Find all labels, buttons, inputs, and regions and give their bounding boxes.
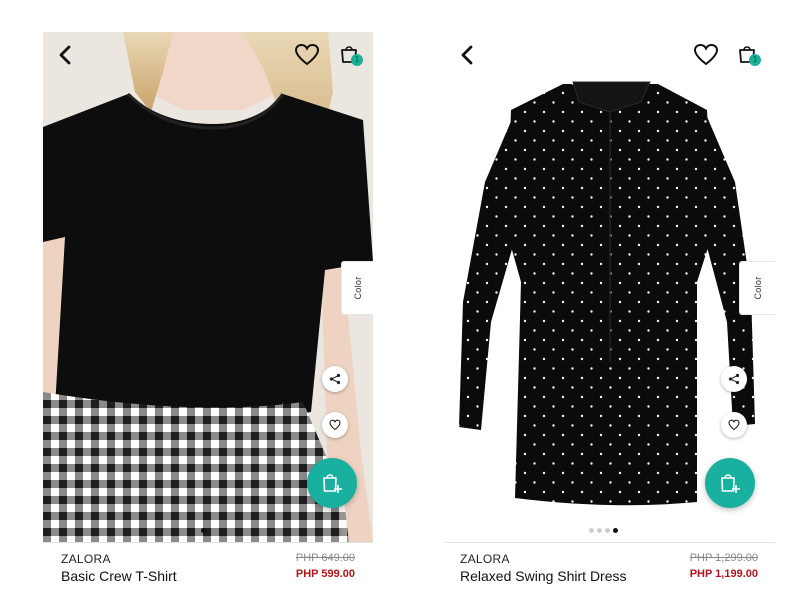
product-name: Relaxed Swing Shirt Dress — [460, 568, 627, 584]
chevron-left-icon — [59, 45, 71, 65]
add-to-bag-icon — [721, 474, 740, 493]
chevron-left-icon — [461, 45, 473, 65]
color-tab[interactable]: Color — [341, 261, 373, 315]
product-screen-tshirt: 1 Color ZALORA Basic Crew T-Shirt PHP 64… — [43, 32, 373, 590]
favorite-button[interactable] — [721, 412, 747, 438]
add-to-bag-button[interactable] — [307, 458, 357, 508]
gallery-dot[interactable] — [589, 528, 594, 533]
back-button[interactable] — [457, 44, 479, 66]
product-name: Basic Crew T-Shirt — [61, 568, 177, 584]
divider — [445, 542, 775, 543]
heart-icon — [294, 43, 320, 66]
top-bar: 1 — [445, 32, 775, 80]
share-icon — [329, 373, 341, 385]
wishlist-button[interactable] — [693, 43, 719, 67]
share-icon — [728, 373, 740, 385]
product-screen-dress: 1 Color ZALORA Relaxed Swing Shirt Dress… — [445, 32, 775, 590]
share-button[interactable] — [322, 366, 348, 392]
divider — [43, 542, 373, 543]
gallery-dot[interactable] — [605, 528, 610, 533]
wishlist-button[interactable] — [294, 43, 320, 67]
bag-count-badge: 1 — [351, 54, 363, 66]
gallery-dot[interactable] — [613, 528, 618, 533]
brand-name: ZALORA — [61, 552, 111, 566]
gallery-dot[interactable] — [201, 528, 206, 533]
heart-outline-icon — [329, 419, 341, 431]
gallery-indicator — [589, 520, 621, 533]
shopping-bag-button[interactable]: 1 — [736, 43, 762, 69]
back-button[interactable] — [55, 44, 77, 66]
favorite-button[interactable] — [322, 412, 348, 438]
heart-icon — [693, 43, 719, 66]
gallery-indicator — [201, 520, 209, 533]
brand-name: ZALORA — [460, 552, 510, 566]
add-to-bag-icon — [323, 474, 342, 493]
share-button[interactable] — [721, 366, 747, 392]
top-bar: 1 — [43, 32, 373, 80]
color-tab-label: Color — [352, 276, 363, 300]
bag-count-badge: 1 — [749, 54, 761, 66]
sale-price: PHP 599.00 — [295, 568, 355, 580]
original-price: PHP 649.00 — [295, 552, 355, 564]
gallery-dot[interactable] — [597, 528, 602, 533]
color-tab-label: Color — [752, 276, 763, 300]
color-tab[interactable]: Color — [739, 261, 775, 315]
shopping-bag-button[interactable]: 1 — [338, 43, 364, 69]
original-price: PHP 1,299.00 — [689, 552, 758, 564]
heart-outline-icon — [728, 419, 740, 431]
sale-price: PHP 1,199.00 — [689, 568, 758, 580]
add-to-bag-button[interactable] — [705, 458, 755, 508]
